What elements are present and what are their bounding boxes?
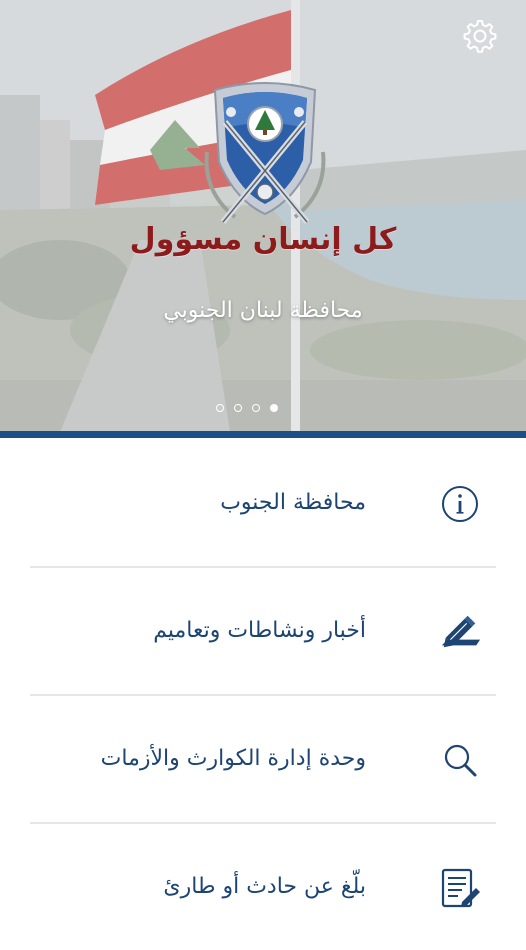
menu-item-label: بلّغ عن حادث أو طارئ (163, 873, 366, 899)
carousel-dot-1[interactable] (216, 404, 224, 412)
menu-item-crisis-unit[interactable]: وحدة إدارة الكوارث والأزمات (0, 694, 526, 822)
menu-item-news[interactable]: أخبار ونشاطات وتعاميم (0, 566, 526, 694)
report-form-icon (438, 866, 482, 910)
slogan-text: كل إنسان مسؤول (129, 222, 397, 257)
menu-item-south-governorate[interactable]: محافظة الجنوب (0, 438, 526, 566)
search-icon (438, 738, 482, 782)
menu-item-label: وحدة إدارة الكوارث والأزمات (100, 745, 366, 771)
main-menu: محافظة الجنوب أخبار ونشاطات وتعاميم وحدة… (0, 438, 526, 950)
carousel-dot-2[interactable] (234, 404, 242, 412)
settings-button[interactable] (460, 16, 500, 56)
carousel-indicators (216, 404, 278, 418)
menu-item-report-incident[interactable]: بلّغ عن حادث أو طارئ (0, 822, 526, 950)
menu-item-label: محافظة الجنوب (220, 489, 366, 515)
info-icon (438, 482, 482, 526)
menu-item-label: أخبار ونشاطات وتعاميم (153, 617, 366, 643)
province-title: محافظة لبنان الجنوبي (163, 298, 363, 323)
emblem-logo (204, 82, 326, 224)
carousel-dot-3[interactable] (252, 404, 260, 412)
hero-accent-bar (0, 431, 526, 438)
carousel-dot-4[interactable] (270, 404, 278, 412)
hero-banner[interactable]: كل إنسان مسؤول محافظة لبنان الجنوبي (0, 0, 526, 432)
pen-icon (438, 610, 482, 654)
gear-icon (463, 20, 497, 53)
